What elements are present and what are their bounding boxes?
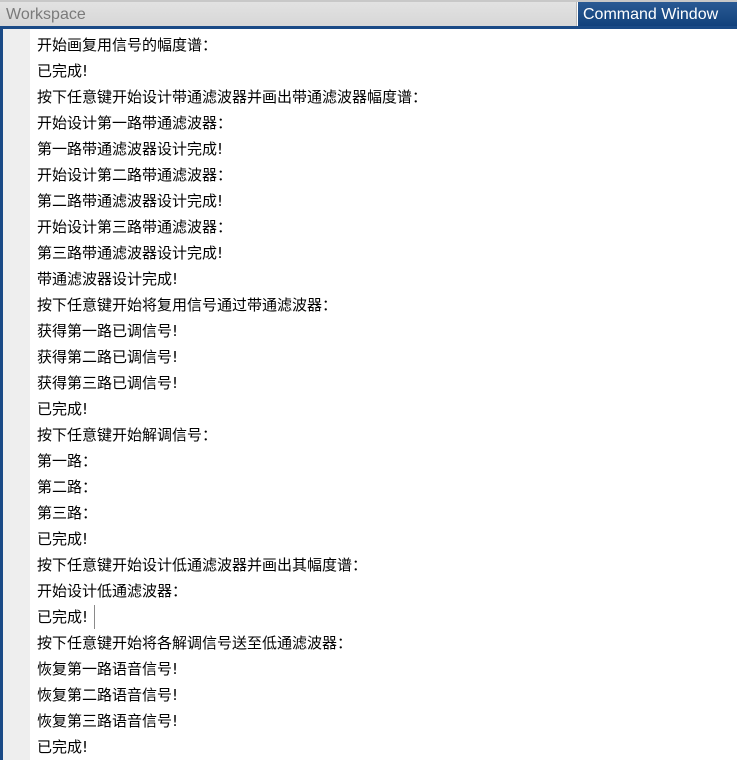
output-line: 第二路带通滤波器设计完成! bbox=[37, 192, 224, 210]
output-line: 已完成! bbox=[37, 62, 89, 80]
output-line: 已完成! bbox=[37, 400, 89, 418]
matlab-desktop: Workspace Command Window 开始画复用信号的幅度谱： 已完… bbox=[0, 0, 737, 760]
output-line: 带通滤波器设计完成! bbox=[37, 270, 179, 288]
output-line: 第二路： bbox=[37, 478, 98, 496]
output-line: 恢复第一路语音信号! bbox=[37, 660, 179, 678]
output-line: 已完成! bbox=[37, 738, 89, 756]
text-cursor bbox=[94, 604, 96, 629]
command-output: 开始画复用信号的幅度谱： 已完成! 按下任意键开始设计带通滤波器并画出带通滤波器… bbox=[37, 32, 737, 760]
output-line: 开始设计第二路带通滤波器： bbox=[37, 166, 233, 184]
tab-command-window[interactable]: Command Window bbox=[577, 2, 737, 28]
output-line: 第三路： bbox=[37, 504, 98, 522]
tab-workspace[interactable]: Workspace bbox=[0, 2, 577, 28]
output-line: 按下任意键开始设计带通滤波器并画出带通滤波器幅度谱： bbox=[37, 88, 428, 106]
output-line: 开始设计低通滤波器： bbox=[37, 582, 188, 600]
output-line: 已完成! bbox=[37, 530, 89, 548]
output-line: 已完成! bbox=[37, 604, 737, 630]
output-line: 获得第一路已调信号! bbox=[37, 322, 179, 340]
command-window-gutter bbox=[3, 29, 30, 760]
output-line: 获得第三路已调信号! bbox=[37, 374, 179, 392]
panel-tab-bar: Workspace Command Window bbox=[0, 0, 737, 28]
output-line: 开始设计第一路带通滤波器： bbox=[37, 114, 233, 132]
output-line: 第一路： bbox=[37, 452, 98, 470]
output-line: 恢复第三路语音信号! bbox=[37, 712, 179, 730]
output-line: 第一路带通滤波器设计完成! bbox=[37, 140, 224, 158]
output-line: 开始设计第三路带通滤波器： bbox=[37, 218, 233, 236]
output-line: 开始画复用信号的幅度谱： bbox=[37, 36, 218, 54]
output-line: 恢复第二路语音信号! bbox=[37, 686, 179, 704]
output-line: 第三路带通滤波器设计完成! bbox=[37, 244, 224, 262]
command-window-panel[interactable]: 开始画复用信号的幅度谱： 已完成! 按下任意键开始设计带通滤波器并画出带通滤波器… bbox=[0, 26, 737, 760]
output-line: 按下任意键开始设计低通滤波器并画出其幅度谱： bbox=[37, 556, 368, 574]
output-line: 按下任意键开始将各解调信号送至低通滤波器： bbox=[37, 634, 353, 652]
output-line: 按下任意键开始将复用信号通过带通滤波器： bbox=[37, 296, 338, 314]
output-line: 按下任意键开始解调信号： bbox=[37, 426, 218, 444]
output-line: 获得第二路已调信号! bbox=[37, 348, 179, 366]
